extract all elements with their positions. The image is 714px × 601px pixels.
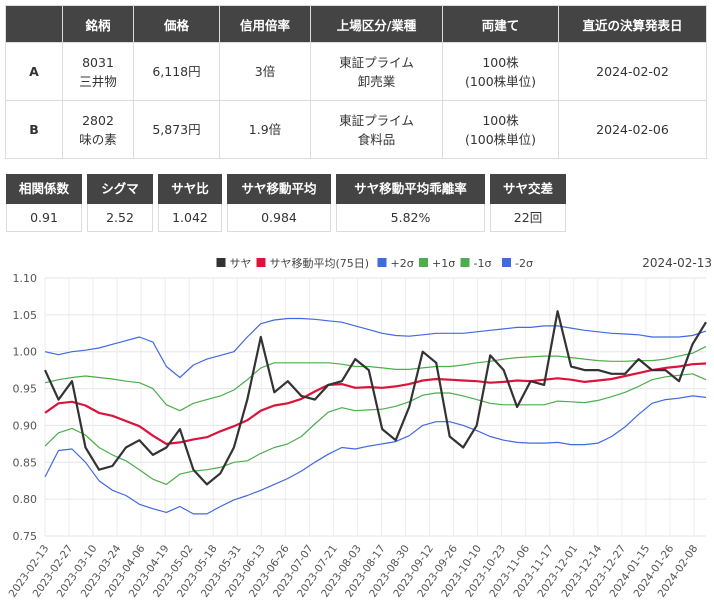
- series-line-p2: [44, 317, 707, 379]
- earnings-date-cell: 2024-02-02: [558, 42, 707, 101]
- col-header-earnings-date: 直近の決算発表日: [558, 5, 707, 43]
- x-axis: 2023-02-132023-02-272023-03-102023-03-24…: [7, 543, 701, 600]
- legend-swatch: [256, 258, 266, 267]
- col-header-label: [5, 5, 63, 43]
- legend-label: サヤ: [230, 257, 252, 270]
- col-header-market-sector: 上場区分/業種: [310, 5, 443, 43]
- legend-label: サヤ移動平均(75日): [270, 256, 370, 270]
- hedge-qty: 100株: [482, 54, 519, 70]
- legend-item-m1[interactable]: -1σ: [460, 257, 492, 270]
- legend-label: -2σ: [515, 257, 533, 270]
- y-tick-label: 0.80: [13, 493, 38, 506]
- stat-value: 0.984: [227, 204, 331, 232]
- y-tick-label: 0.95: [13, 383, 38, 396]
- legend-item-spread[interactable]: サヤ: [216, 257, 252, 270]
- stat-label: サヤ比: [158, 174, 222, 204]
- stock-name: 三井物: [79, 73, 117, 89]
- pair-table: 銘柄 価格 信用倍率 上場区分/業種 両建て 直近の決算発表日 A 8031 三…: [5, 5, 707, 159]
- legend-label: -1σ: [474, 257, 492, 270]
- stat-value: 2.52: [87, 204, 153, 232]
- stat-correlation: 相関係数 0.91: [6, 174, 82, 232]
- y-tick-label: 1.10: [13, 272, 38, 285]
- row-label: A: [5, 42, 63, 101]
- stock-code: 8031: [82, 54, 114, 70]
- col-header-hedge: 両建て: [442, 5, 559, 43]
- hedge-qty: 100株: [482, 112, 519, 128]
- stat-label: シグマ: [87, 174, 153, 204]
- col-header-price: 価格: [133, 5, 220, 43]
- stat-spread-ratio: サヤ比 1.042: [158, 174, 222, 232]
- legend-swatch: [419, 258, 428, 267]
- stock-cell[interactable]: 2802 味の素: [62, 100, 134, 159]
- stat-sigma: シグマ 2.52: [87, 174, 153, 232]
- y-tick-label: 1.05: [13, 309, 38, 322]
- legend-item-ma[interactable]: サヤ移動平均(75日): [256, 256, 370, 270]
- hedge-unit: (100株単位): [464, 131, 537, 147]
- stat-value: 1.042: [158, 204, 222, 232]
- stat-label: サヤ移動平均: [227, 174, 331, 204]
- sector-text: 卸売業: [357, 73, 396, 89]
- spread-chart: サヤ サヤ移動平均(75日) +2σ +1σ -1σ -2σ 2024-02-13 1.1…: [7, 256, 712, 600]
- stat-value: 22回: [490, 204, 566, 232]
- legend-label: +1σ: [432, 257, 455, 270]
- stock-name: 味の素: [79, 131, 117, 147]
- margin-ratio-cell: 3倍: [219, 42, 311, 101]
- margin-ratio-cell: 1.9倍: [219, 100, 311, 159]
- table-row: B 2802 味の素 5,873円 1.9倍 東証プライム 食料品 100株 (…: [5, 100, 707, 159]
- chart-series: [43, 310, 707, 515]
- market-sector-cell: 東証プライム 卸売業: [310, 42, 443, 101]
- row-label: B: [5, 100, 63, 159]
- stat-spread-ma: サヤ移動平均 0.984: [227, 174, 331, 232]
- sector-text: 食料品: [357, 131, 396, 147]
- col-header-stock: 銘柄: [62, 5, 134, 43]
- hedge-cell: 100株 (100株単位): [442, 100, 559, 159]
- col-header-margin-ratio: 信用倍率: [219, 5, 311, 43]
- legend-swatch: [502, 258, 511, 267]
- y-tick-label: 0.85: [13, 456, 38, 469]
- market-sector-cell: 東証プライム 食料品: [310, 100, 443, 159]
- hedge-unit: (100株単位): [464, 73, 537, 89]
- y-tick-label: 0.75: [13, 530, 38, 543]
- stat-spread-cross: サヤ交差 22回: [490, 174, 566, 232]
- chart-grid: [44, 277, 706, 537]
- y-tick-label: 0.90: [13, 419, 38, 432]
- legend-item-p2[interactable]: +2σ: [377, 257, 414, 270]
- stock-cell[interactable]: 8031 三井物: [62, 42, 134, 101]
- legend-item-p1[interactable]: +1σ: [419, 257, 455, 270]
- stat-label: サヤ移動平均乖離率: [336, 174, 485, 204]
- series-line-m2: [44, 395, 707, 515]
- y-tick-label: 1.00: [13, 346, 38, 359]
- stat-label: サヤ交差: [490, 174, 566, 204]
- chart-legend: サヤ サヤ移動平均(75日) +2σ +1σ -1σ -2σ: [216, 256, 533, 270]
- market-text: 東証プライム: [339, 112, 414, 128]
- pair-table-header-row: 銘柄 価格 信用倍率 上場区分/業種 両建て 直近の決算発表日: [5, 5, 707, 43]
- legend-item-m2[interactable]: -2σ: [502, 257, 533, 270]
- chart-date-label: 2024-02-13: [642, 256, 712, 270]
- stock-code: 2802: [82, 112, 114, 128]
- legend-swatch: [377, 258, 387, 267]
- legend-label: +2σ: [391, 257, 414, 270]
- price-cell: 6,118円: [133, 42, 220, 101]
- stat-spread-ma-deviation: サヤ移動平均乖離率 5.82%: [336, 174, 485, 232]
- y-axis: 1.10 1.05 1.00 0.95 0.90 0.85 0.80 0.75: [13, 272, 38, 543]
- stat-label: 相関係数: [6, 174, 82, 204]
- earnings-date-cell: 2024-02-06: [558, 100, 707, 159]
- legend-swatch: [216, 258, 226, 267]
- hedge-cell: 100株 (100株単位): [442, 42, 559, 101]
- legend-swatch: [460, 258, 470, 267]
- stat-value: 0.91: [6, 204, 82, 232]
- market-text: 東証プライム: [339, 54, 414, 70]
- stat-value: 5.82%: [336, 204, 485, 232]
- price-cell: 5,873円: [133, 100, 220, 159]
- table-row: A 8031 三井物 6,118円 3倍 東証プライム 卸売業 100株 (10…: [5, 42, 707, 101]
